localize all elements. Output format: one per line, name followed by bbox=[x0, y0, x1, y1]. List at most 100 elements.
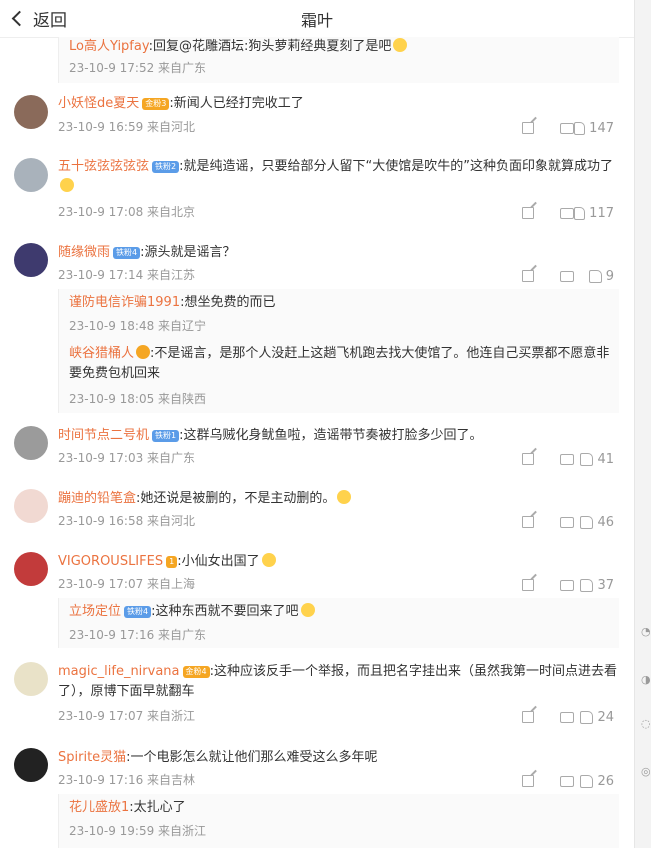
avatar[interactable] bbox=[14, 243, 48, 277]
comment-panel: 返回 霜叶 Lo高人Yipfay:回复@花雕酒坛:狗头萝莉经典夏刻了是吧 23-… bbox=[0, 0, 634, 848]
comment-text: :新闻人已经打完收工了 bbox=[169, 96, 304, 111]
like-button[interactable]: 26 bbox=[574, 772, 614, 790]
reply-button[interactable] bbox=[534, 204, 574, 222]
share-button[interactable] bbox=[494, 513, 534, 531]
comment-actions: 46 bbox=[494, 513, 614, 531]
avatar[interactable] bbox=[14, 158, 48, 192]
reply-meta: 23-10-9 19:59 来自浙江 bbox=[69, 824, 207, 838]
reply-button[interactable] bbox=[534, 576, 574, 594]
avatar[interactable] bbox=[14, 662, 48, 696]
reply-button[interactable] bbox=[534, 119, 574, 137]
side-icon[interactable]: ◑ bbox=[641, 674, 651, 686]
comment-icon bbox=[560, 516, 574, 528]
comment-line: 时间节点二号机 铁粉1:这群乌贼化身鱿鱼啦，造谣带节奏被打脸多少回了。 bbox=[58, 426, 620, 446]
like-count: 37 bbox=[597, 577, 614, 593]
like-button[interactable]: 9 bbox=[574, 267, 614, 285]
comment-item: 时间节点二号机 铁粉1:这群乌贼化身鱿鱼啦，造谣带节奏被打脸多少回了。 23-10… bbox=[0, 426, 634, 468]
thumbs-up-icon bbox=[574, 206, 586, 220]
like-count: 9 bbox=[605, 268, 614, 284]
side-icon[interactable]: ◌ bbox=[641, 718, 651, 730]
comment-icon bbox=[560, 579, 574, 591]
reply-button[interactable] bbox=[534, 267, 574, 285]
comment-item: Spirite灵猫:一个电影怎么就让他们那么难受这么多年呢 23-10-9 17… bbox=[0, 748, 634, 790]
thumbs-up-icon bbox=[580, 710, 594, 724]
reply-block: Lo高人Yipfay:回复@花雕酒坛:狗头萝莉经典夏刻了是吧 23-10-9 1… bbox=[58, 37, 619, 83]
reply-username[interactable]: 峡谷猎桶人 bbox=[69, 346, 134, 361]
like-count: 26 bbox=[597, 773, 614, 789]
fan-badge: 铁粉2 bbox=[152, 161, 180, 173]
thumbs-up-icon bbox=[574, 121, 586, 135]
side-icon[interactable]: ◎ bbox=[641, 766, 651, 778]
like-button[interactable]: 41 bbox=[574, 450, 614, 468]
reply-username[interactable]: 立场定位 bbox=[69, 604, 121, 619]
reply-text: :想坐免费的而已 bbox=[180, 295, 276, 310]
reply-block: 立场定位 铁粉4:这种东西就不要回来了吧 23-10-9 17:16 来自广东 bbox=[58, 598, 619, 648]
comment-username[interactable]: magic_life_nirvana bbox=[58, 664, 180, 679]
reply-button[interactable] bbox=[534, 708, 574, 726]
like-button[interactable]: 147 bbox=[574, 119, 614, 137]
avatar[interactable] bbox=[14, 552, 48, 586]
comment-username[interactable]: VIGOROUSLIFES bbox=[58, 554, 163, 569]
side-icon[interactable]: ◔ bbox=[641, 626, 651, 638]
share-button[interactable] bbox=[494, 119, 534, 137]
comment-username[interactable]: 五十弦弦弦弦弦 bbox=[58, 159, 149, 174]
reply-text: :不是谣言，是那个人没赶上这趟飞机跑去找大使馆了。他连自己买票都不愿意非要免费包… bbox=[69, 346, 610, 381]
comment-item: magic_life_nirvana 金粉4:这种应该反手一个举报，而且把名字挂出… bbox=[0, 662, 634, 728]
fan-badge: 铁粉4 bbox=[124, 606, 152, 618]
like-button[interactable]: 24 bbox=[574, 708, 614, 726]
like-button[interactable]: 117 bbox=[574, 204, 614, 222]
share-icon bbox=[522, 270, 534, 282]
comment-username[interactable]: 随缘微雨 bbox=[58, 245, 110, 260]
like-count: 117 bbox=[589, 205, 614, 221]
comment-line: 随缘微雨 铁粉4:源头就是谣言？ bbox=[58, 243, 620, 263]
reply-username[interactable]: 谨防电信诈骗1991 bbox=[69, 295, 180, 310]
reply-button[interactable] bbox=[534, 513, 574, 531]
reply-meta: 23-10-9 17:16 来自广东 bbox=[69, 628, 207, 642]
share-icon bbox=[522, 516, 534, 528]
avatar[interactable] bbox=[14, 489, 48, 523]
reply-username[interactable]: Lo高人Yipfay bbox=[69, 39, 149, 54]
avatar[interactable] bbox=[14, 95, 48, 129]
comment-username[interactable]: 小妖怪de夏天 bbox=[58, 96, 139, 111]
share-icon bbox=[522, 711, 534, 723]
top-bar: 返回 霜叶 bbox=[0, 0, 634, 38]
like-button[interactable]: 37 bbox=[574, 576, 614, 594]
comment-text: :源头就是谣言？ bbox=[140, 245, 236, 260]
reply-line: 谨防电信诈骗1991:想坐免费的而已 bbox=[69, 293, 611, 313]
comment-line: 蹦迪的铅笔盒:她还说是被删的，不是主动删的。 bbox=[58, 489, 620, 509]
comment-username[interactable]: Spirite灵猫 bbox=[58, 750, 126, 765]
like-count: 46 bbox=[597, 514, 614, 530]
share-button[interactable] bbox=[494, 267, 534, 285]
fan-badge: 铁粉4 bbox=[113, 247, 141, 259]
share-button[interactable] bbox=[494, 708, 534, 726]
like-count: 24 bbox=[597, 709, 614, 725]
comment-item: 五十弦弦弦弦弦 铁粉2:就是纯造谣，只要给部分人留下“大使馆是吹牛的”这种负面印象… bbox=[0, 158, 634, 228]
share-button[interactable] bbox=[494, 772, 534, 790]
reply-meta: 23-10-9 18:05 来自陕西 bbox=[69, 392, 207, 406]
like-button[interactable]: 46 bbox=[574, 513, 614, 531]
avatar[interactable] bbox=[14, 426, 48, 460]
comment-actions: 26 bbox=[494, 772, 614, 790]
reply-line: Lo高人Yipfay:回复@花雕酒坛:狗头萝莉经典夏刻了是吧 bbox=[69, 37, 611, 57]
comment-icon bbox=[560, 270, 574, 282]
reply-button[interactable] bbox=[534, 772, 574, 790]
comment-meta: 23-10-9 17:16 来自吉林 bbox=[58, 773, 196, 787]
comment-item: 小妖怪de夏天 金粉3:新闻人已经打完收工了 23-10-9 16:59 来自河北… bbox=[0, 95, 634, 145]
share-button[interactable] bbox=[494, 450, 534, 468]
crown-icon bbox=[136, 345, 151, 359]
comment-username[interactable]: 蹦迪的铅笔盒 bbox=[58, 491, 136, 506]
comment-actions: 37 bbox=[494, 576, 614, 594]
comment-meta: 23-10-9 17:08 来自北京 bbox=[58, 205, 196, 219]
comment-text: :就是纯造谣，只要给部分人留下“大使馆是吹牛的”这种负面印象就算成功了 bbox=[179, 159, 613, 174]
share-button[interactable] bbox=[494, 204, 534, 222]
share-icon bbox=[522, 775, 534, 787]
reply-block: 谨防电信诈骗1991:想坐免费的而已 23-10-9 18:48 来自辽宁 峡谷… bbox=[58, 289, 619, 413]
share-button[interactable] bbox=[494, 576, 534, 594]
reply-username[interactable]: 花儿盛放1 bbox=[69, 800, 129, 815]
thumbs-up-icon bbox=[580, 515, 594, 529]
page-title: 霜叶 bbox=[300, 11, 333, 30]
comment-username[interactable]: 时间节点二号机 bbox=[58, 428, 149, 443]
thumbs-up-icon bbox=[580, 578, 594, 592]
reply-button[interactable] bbox=[534, 450, 574, 468]
avatar[interactable] bbox=[14, 748, 48, 782]
